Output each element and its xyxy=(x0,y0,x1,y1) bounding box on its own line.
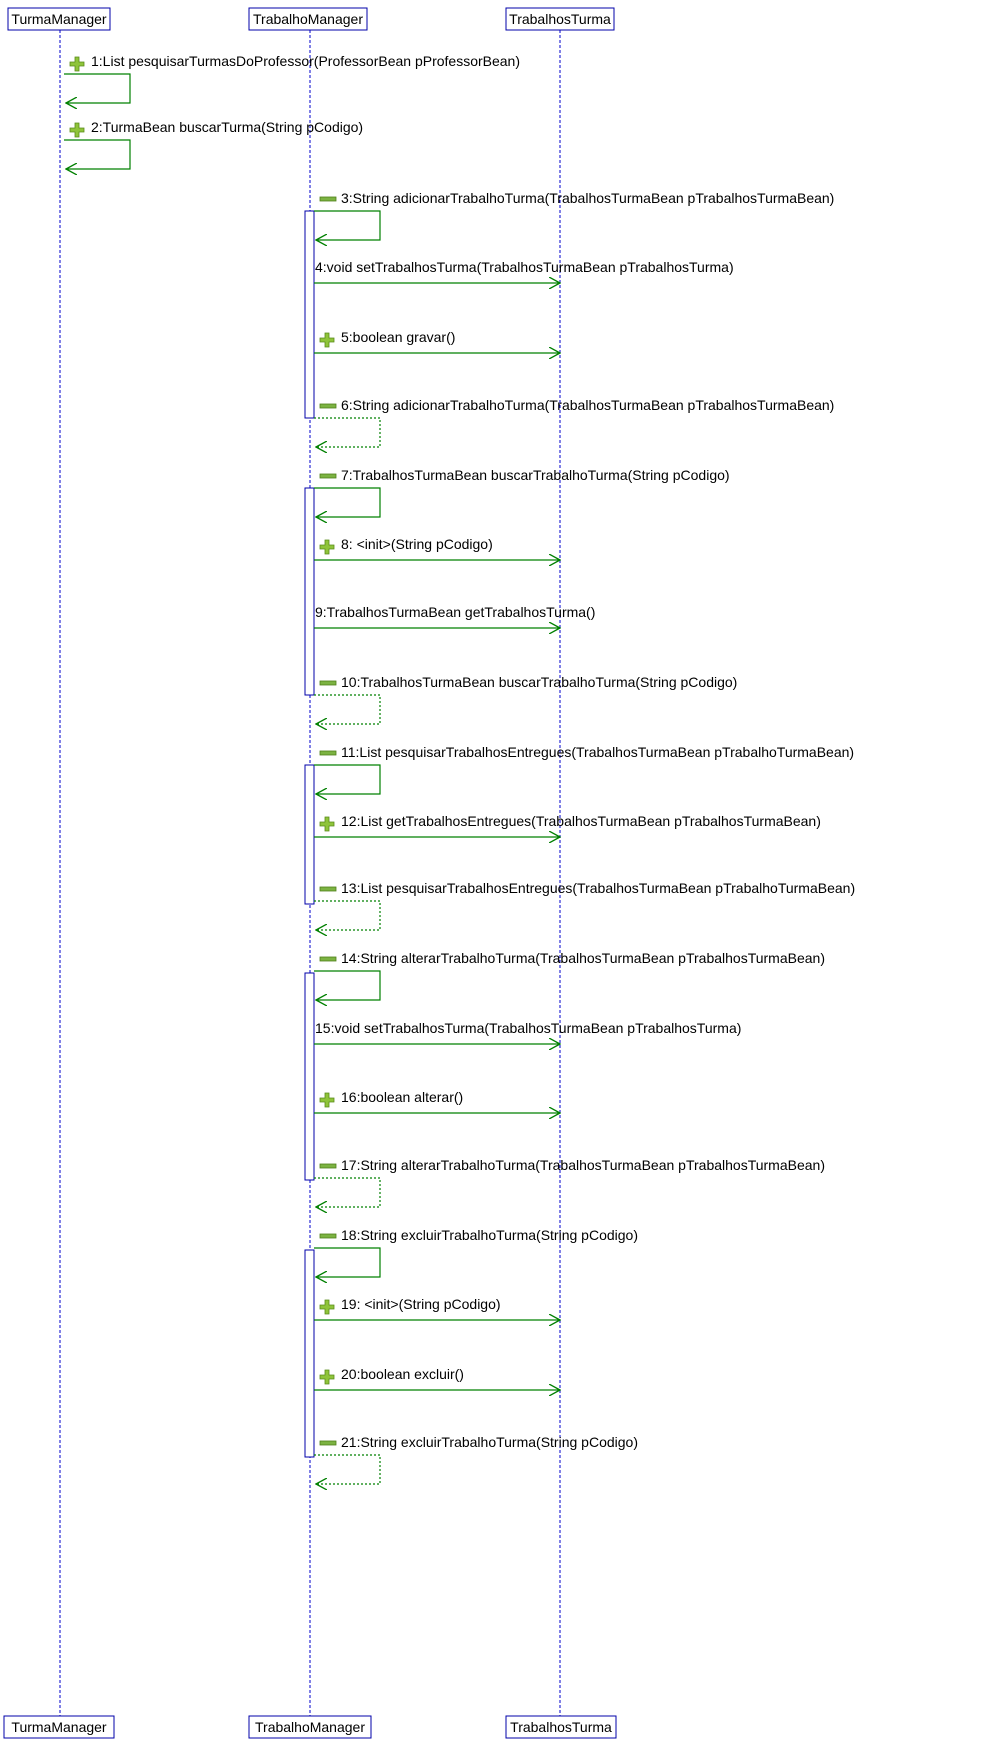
plus-icon[interactable] xyxy=(319,1092,335,1108)
minus-icon[interactable] xyxy=(319,1163,337,1169)
message-label: 2:TurmaBean buscarTurma(String pCodigo) xyxy=(91,119,363,135)
minus-icon[interactable] xyxy=(319,473,337,479)
message-3[interactable]: 3:String adicionarTrabalhoTurma(Trabalho… xyxy=(314,190,834,240)
message-11[interactable]: 11:List pesquisarTrabalhosEntregues(Trab… xyxy=(314,744,854,794)
message-label: 11:List pesquisarTrabalhosEntregues(Trab… xyxy=(341,744,854,760)
self-call-arrow xyxy=(314,764,381,794)
message-label: 19: <init>(String pCodigo) xyxy=(341,1296,501,1312)
message-label: 9:TrabalhosTurmaBean getTrabalhosTurma() xyxy=(315,604,595,620)
lifeline-foot-trabalhomanager[interactable]: TrabalhoManager xyxy=(248,1715,372,1739)
message-14[interactable]: 14:String alterarTrabalhoTurma(Trabalhos… xyxy=(314,950,825,1000)
message-label: 8: <init>(String pCodigo) xyxy=(341,536,493,552)
plus-icon[interactable] xyxy=(69,56,85,72)
message-19[interactable]: 19: <init>(String pCodigo) xyxy=(314,1296,560,1320)
lifeline-foot-turmamanager[interactable]: TurmaManager xyxy=(3,1715,115,1739)
self-call-arrow xyxy=(314,1247,381,1277)
return-arrow xyxy=(314,1177,381,1207)
message-label: 4:void setTrabalhosTurma(TrabalhosTurmaB… xyxy=(315,259,734,275)
minus-icon[interactable] xyxy=(319,886,337,892)
plus-icon[interactable] xyxy=(319,1369,335,1385)
message-label: 7:TrabalhosTurmaBean buscarTrabalhoTurma… xyxy=(341,467,730,483)
minus-icon[interactable] xyxy=(319,956,337,962)
activation-bar xyxy=(304,487,315,696)
message-9[interactable]: 9:TrabalhosTurmaBean getTrabalhosTurma() xyxy=(314,604,595,628)
self-call-arrow xyxy=(64,139,131,169)
self-call-arrow xyxy=(64,73,131,103)
minus-icon[interactable] xyxy=(319,750,337,756)
message-label: 20:boolean excluir() xyxy=(341,1366,464,1382)
self-call-arrow xyxy=(314,487,381,517)
message-label: 12:List getTrabalhosEntregues(TrabalhosT… xyxy=(341,813,821,829)
lifeline-head-trabalhomanager[interactable]: TrabalhoManager xyxy=(248,7,368,31)
self-call-arrow xyxy=(314,970,381,1000)
plus-icon[interactable] xyxy=(319,539,335,555)
plus-icon[interactable] xyxy=(319,332,335,348)
lifeline-label: TrabalhoManager xyxy=(255,1719,365,1735)
lifeline-label: TrabalhosTurma xyxy=(510,1719,612,1735)
message-1[interactable]: 1:List pesquisarTurmasDoProfessor(Profes… xyxy=(64,53,520,103)
message-4[interactable]: 4:void setTrabalhosTurma(TrabalhosTurmaB… xyxy=(314,259,734,283)
return-arrow xyxy=(314,417,381,447)
lifeline-heads-bottom: TurmaManager TrabalhoManager TrabalhosTu… xyxy=(3,1715,617,1739)
minus-icon[interactable] xyxy=(319,1440,337,1446)
plus-icon[interactable] xyxy=(69,122,85,138)
message-label: 1:List pesquisarTurmasDoProfessor(Profes… xyxy=(91,53,520,69)
message-5[interactable]: 5:boolean gravar() xyxy=(314,329,560,353)
message-label: 17:String alterarTrabalhoTurma(Trabalhos… xyxy=(341,1157,825,1173)
message-label: 5:boolean gravar() xyxy=(341,329,455,345)
minus-icon[interactable] xyxy=(319,403,337,409)
message-12[interactable]: 12:List getTrabalhosEntregues(TrabalhosT… xyxy=(314,813,821,837)
lifeline-head-trabalhosturma[interactable]: TrabalhosTurma xyxy=(505,7,615,31)
message-label: 13:List pesquisarTrabalhosEntregues(Trab… xyxy=(341,880,855,896)
activation-bar xyxy=(304,210,315,419)
message-18[interactable]: 18:String excluirTrabalhoTurma(String pC… xyxy=(314,1227,638,1277)
lifeline-label: TrabalhoManager xyxy=(253,11,363,27)
message-6[interactable]: 6:String adicionarTrabalhoTurma(Trabalho… xyxy=(314,397,834,447)
lifeline-label: TrabalhosTurma xyxy=(509,11,611,27)
message-label: 18:String excluirTrabalhoTurma(String pC… xyxy=(341,1227,638,1243)
activation-bars xyxy=(304,210,315,1458)
message-2[interactable]: 2:TurmaBean buscarTurma(String pCodigo) xyxy=(64,119,363,169)
minus-icon[interactable] xyxy=(319,196,337,202)
return-arrow xyxy=(314,1454,381,1484)
message-17[interactable]: 17:String alterarTrabalhoTurma(Trabalhos… xyxy=(314,1157,825,1207)
return-arrow xyxy=(314,900,381,930)
message-15[interactable]: 15:void setTrabalhosTurma(TrabalhosTurma… xyxy=(314,1020,741,1044)
minus-icon[interactable] xyxy=(319,1233,337,1239)
plus-icon[interactable] xyxy=(319,816,335,832)
sequence-diagram: TurmaManager TrabalhoManager TrabalhosTu… xyxy=(3,7,855,1739)
message-label: 16:boolean alterar() xyxy=(341,1089,463,1105)
message-20[interactable]: 20:boolean excluir() xyxy=(314,1366,560,1390)
plus-icon[interactable] xyxy=(319,1299,335,1315)
message-label: 6:String adicionarTrabalhoTurma(Trabalho… xyxy=(341,397,834,413)
message-label: 3:String adicionarTrabalhoTurma(Trabalho… xyxy=(341,190,834,206)
message-16[interactable]: 16:boolean alterar() xyxy=(314,1089,560,1113)
self-call-arrow xyxy=(314,210,381,240)
message-10[interactable]: 10:TrabalhosTurmaBean buscarTrabalhoTurm… xyxy=(314,674,737,724)
message-7[interactable]: 7:TrabalhosTurmaBean buscarTrabalhoTurma… xyxy=(314,467,730,517)
lifeline-foot-trabalhosturma[interactable]: TrabalhosTurma xyxy=(505,1715,617,1739)
lifeline-label: TurmaManager xyxy=(11,1719,107,1735)
lifeline-heads-top: TurmaManager TrabalhoManager TrabalhosTu… xyxy=(7,7,615,31)
minus-icon[interactable] xyxy=(319,680,337,686)
message-8[interactable]: 8: <init>(String pCodigo) xyxy=(314,536,560,560)
activation-bar xyxy=(304,764,315,905)
messages-layer: 1:List pesquisarTurmasDoProfessor(Profes… xyxy=(64,53,855,1484)
activation-bar xyxy=(304,972,315,1181)
message-21[interactable]: 21:String excluirTrabalhoTurma(String pC… xyxy=(314,1434,638,1484)
message-13[interactable]: 13:List pesquisarTrabalhosEntregues(Trab… xyxy=(314,880,855,930)
message-label: 21:String excluirTrabalhoTurma(String pC… xyxy=(341,1434,638,1450)
activation-bar xyxy=(304,1249,315,1458)
message-label: 14:String alterarTrabalhoTurma(Trabalhos… xyxy=(341,950,825,966)
lifeline-label: TurmaManager xyxy=(11,11,107,27)
return-arrow xyxy=(314,694,381,724)
lifeline-head-turmamanager[interactable]: TurmaManager xyxy=(7,7,111,31)
message-label: 10:TrabalhosTurmaBean buscarTrabalhoTurm… xyxy=(341,674,737,690)
message-label: 15:void setTrabalhosTurma(TrabalhosTurma… xyxy=(315,1020,741,1036)
